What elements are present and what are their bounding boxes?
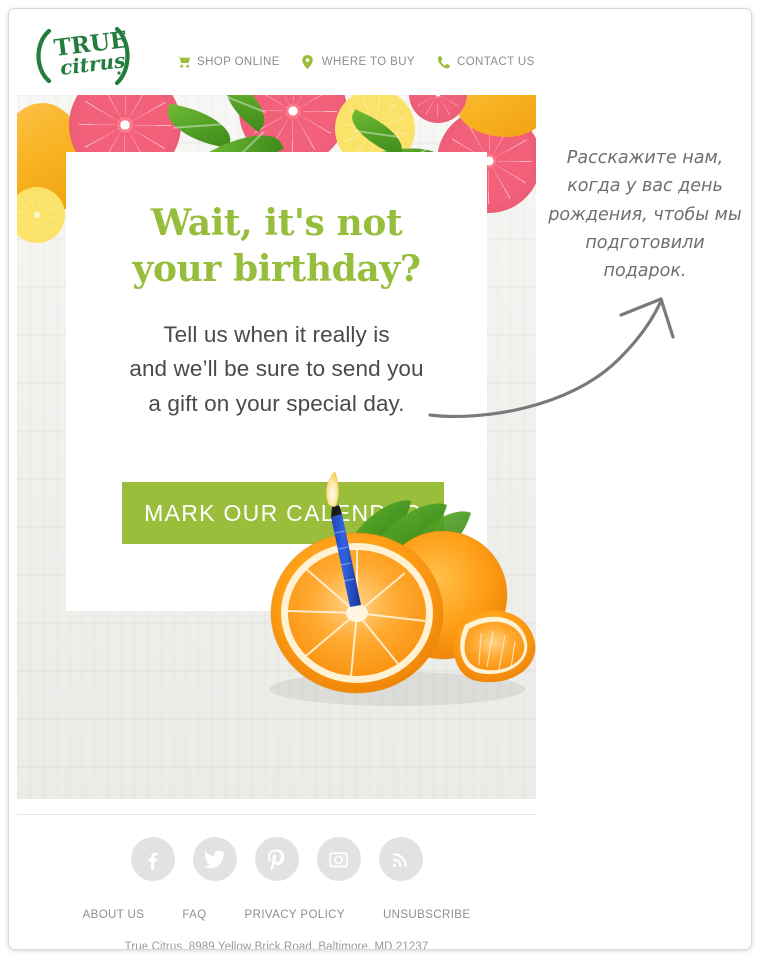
footer-divider xyxy=(17,814,536,815)
social-links-row xyxy=(17,837,536,881)
pinterest-icon[interactable] xyxy=(254,837,299,881)
shopping-cart-icon xyxy=(177,55,191,69)
orange-half xyxy=(270,532,444,694)
facebook-icon[interactable] xyxy=(130,837,175,881)
email-header: TRUE citrus SHOP ONLINE WHERE TO BUY CON… xyxy=(9,9,534,95)
email-page-frame: TRUE citrus SHOP ONLINE WHERE TO BUY CON… xyxy=(8,8,752,950)
annotation-text: Расскажите нам, когда у вас день рождени… xyxy=(548,148,742,282)
location-pin-icon xyxy=(302,55,316,69)
footer-link-unsubscribe[interactable]: UNSUBSCRIBE xyxy=(383,909,470,921)
subcopy-line-2: and we’ll be sure to send you xyxy=(129,356,424,382)
hero-section: Wait, it's not your birthday? Tell us wh… xyxy=(17,95,536,799)
nav-item-shop-online[interactable]: SHOP ONLINE xyxy=(177,55,280,69)
footer-link-privacy-policy[interactable]: PRIVACY POLICY xyxy=(245,909,345,921)
nav-label-shop-online: SHOP ONLINE xyxy=(197,56,280,68)
orange-with-birthday-candle-image xyxy=(247,461,536,721)
headline-line-2: your birthday? xyxy=(132,248,421,291)
subcopy-line-3: a gift on your special day. xyxy=(148,390,405,416)
true-citrus-logo[interactable]: TRUE citrus xyxy=(27,23,139,89)
orange-wedge xyxy=(453,610,536,683)
hero-subcopy: Tell us when it really is and we’ll be s… xyxy=(66,318,487,421)
instagram-icon[interactable] xyxy=(316,837,361,881)
nav-item-contact-us[interactable]: CONTACT US xyxy=(437,55,535,69)
twitter-icon[interactable] xyxy=(192,837,237,881)
subcopy-line-1: Tell us when it really is xyxy=(163,322,390,348)
footer-link-faq[interactable]: FAQ xyxy=(182,909,206,921)
nav-label-where-to-buy: WHERE TO BUY xyxy=(321,56,415,68)
headline-line-1: Wait, it's not xyxy=(150,202,403,244)
footer-address: True Citrus, 8989 Yellow Brick Road, Bal… xyxy=(124,941,429,950)
footer-links: ABOUT US FAQ PRIVACY POLICY UNSUBSCRIBE xyxy=(17,909,536,921)
phone-icon xyxy=(437,55,451,69)
hero-headline: Wait, it's not your birthday? xyxy=(66,200,487,292)
rss-icon[interactable] xyxy=(378,837,423,881)
footer-link-about-us[interactable]: ABOUT US xyxy=(83,909,145,921)
nav-label-contact-us: CONTACT US xyxy=(457,56,535,68)
main-navigation: SHOP ONLINE WHERE TO BUY CONTACT US xyxy=(177,55,535,69)
nav-item-where-to-buy[interactable]: WHERE TO BUY xyxy=(302,55,415,69)
